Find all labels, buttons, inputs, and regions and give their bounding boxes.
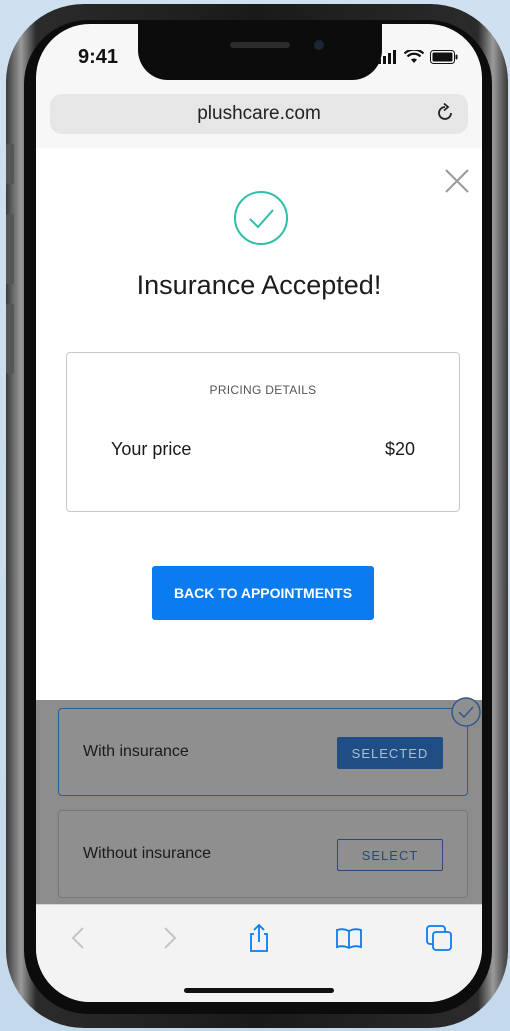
option-label: Without insurance — [83, 845, 212, 862]
volume-up-button — [6, 214, 14, 284]
battery-icon — [430, 50, 458, 64]
check-circle-icon — [234, 191, 288, 245]
status-time: 9:41 — [78, 46, 119, 68]
price-label: Your price — [111, 439, 192, 459]
signal-icon — [378, 50, 396, 64]
speaker — [230, 42, 290, 48]
select-button[interactable]: SELECT — [337, 839, 443, 871]
volume-down-button — [6, 304, 14, 374]
url-bar[interactable]: plushcare.com — [50, 94, 468, 134]
url-text: plushcare.com — [197, 103, 321, 124]
reload-icon[interactable] — [434, 102, 456, 124]
pricing-heading: PRICING DETAILS — [209, 383, 317, 397]
back-to-appointments-button[interactable]: BACK TO APPOINTMENTS — [152, 566, 374, 620]
selected-check-icon — [451, 697, 481, 727]
share-icon[interactable] — [244, 923, 274, 953]
insurance-modal: Insurance Accepted! PRICING DETAILS Your… — [36, 148, 482, 700]
camera — [314, 40, 324, 50]
insurance-options: With insurance SELECTED Without insuranc… — [36, 697, 482, 904]
modal-title: Insurance Accepted! — [136, 270, 382, 300]
screen: 9:41 plushcare.com Insurance Accepted! P… — [36, 24, 482, 1002]
pricing-card: PRICING DETAILS Your price $20 — [66, 352, 460, 512]
mute-switch — [6, 144, 14, 184]
option-with-insurance[interactable]: With insurance SELECTED — [58, 697, 481, 796]
selected-button[interactable]: SELECTED — [337, 737, 443, 769]
option-label: With insurance — [83, 743, 189, 760]
close-icon[interactable] — [444, 168, 470, 194]
forward-icon[interactable] — [154, 923, 184, 953]
back-icon[interactable] — [64, 923, 94, 953]
option-without-insurance[interactable]: Without insurance SELECT — [58, 810, 468, 898]
wifi-icon — [404, 50, 424, 63]
bookmarks-icon[interactable] — [334, 923, 364, 953]
tabs-icon[interactable] — [424, 923, 454, 953]
home-indicator[interactable] — [184, 988, 334, 993]
notch — [138, 24, 382, 80]
price-value: $20 — [384, 439, 415, 459]
status-icons — [378, 50, 458, 64]
